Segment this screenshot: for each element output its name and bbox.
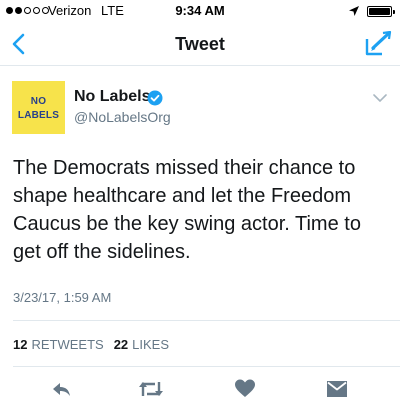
tweet-text: The Democrats missed their chance to sha…: [13, 157, 361, 263]
direct-message-icon[interactable]: [326, 378, 348, 400]
chevron-down-icon[interactable]: [372, 92, 388, 104]
tweet-stats: 12 RETWEETS 22 LIKES: [13, 337, 169, 352]
location-arrow-icon: [349, 6, 359, 16]
avatar-text-line1: NO: [30, 96, 47, 107]
likes-label[interactable]: LIKES: [132, 337, 169, 352]
status-time: 9:34 AM: [175, 3, 225, 18]
battery-icon: [367, 6, 395, 17]
like-heart-icon[interactable]: [234, 378, 256, 400]
divider: [13, 366, 400, 367]
tweet-timestamp: 3/23/17, 1:59 AM: [13, 290, 112, 305]
page-title: Tweet: [175, 34, 225, 54]
reply-icon[interactable]: [50, 378, 72, 400]
retweets-label[interactable]: RETWEETS: [31, 337, 103, 352]
user-handle[interactable]: @NoLabelsOrg: [74, 109, 171, 125]
retweets-count[interactable]: 12: [13, 337, 27, 352]
display-name[interactable]: No Labels: [74, 88, 150, 106]
likes-count[interactable]: 22: [114, 337, 128, 352]
avatar[interactable]: NO LABELS: [12, 81, 65, 134]
compose-tweet-icon[interactable]: [364, 31, 392, 57]
battery-tip: [393, 10, 395, 14]
battery-level: [369, 8, 390, 15]
verified-badge-icon: [147, 90, 163, 106]
avatar-text-line2: LABELS: [17, 110, 60, 121]
status-bar: Verizon LTE 9:34 AM: [0, 0, 400, 22]
divider: [13, 320, 400, 321]
retweet-icon[interactable]: [137, 378, 165, 400]
navigation-bar: Tweet: [0, 22, 400, 66]
